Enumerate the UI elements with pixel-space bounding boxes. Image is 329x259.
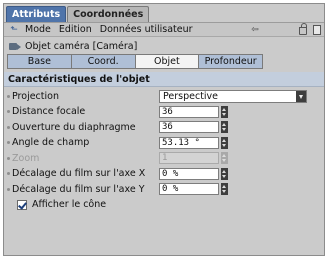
property-rows: Projection Perspective Distance focale 3…: [4, 89, 324, 212]
row-projection: Projection Perspective: [4, 89, 324, 103]
tab-base[interactable]: Base: [8, 55, 72, 68]
show-cone-checkbox[interactable]: [17, 199, 27, 210]
film-offset-x-stepper[interactable]: [221, 167, 228, 180]
bullet-icon: [7, 141, 10, 144]
film-offset-y-input[interactable]: 0 %: [159, 183, 219, 195]
navigate-arrows-icon[interactable]: ⇦: [248, 23, 262, 36]
tab-coordonnees[interactable]: Coordonnées: [67, 6, 150, 22]
film-offset-y-label: Décalage du film sur l'axe Y: [12, 183, 145, 195]
aperture-label: Ouverture du diaphragme: [12, 121, 136, 133]
menu-right-icons: ⇦: [248, 23, 324, 36]
row-focal-distance: Distance focale 36: [4, 105, 324, 119]
sub-tabs: Base Coord. Objet Profondeur: [7, 54, 263, 69]
menu-bar: ⬑ Mode Edition Données utilisateur ⇦: [4, 22, 324, 37]
field-of-view-input[interactable]: 53.13 °: [159, 136, 219, 149]
field-of-view-label: Angle de champ: [12, 137, 90, 148]
tab-attributs[interactable]: Attributs: [6, 6, 67, 22]
lock-icon[interactable]: [296, 23, 310, 36]
zoom-input: 1: [159, 152, 219, 164]
row-film-offset-x: Décalage du film sur l'axe X 0 %: [4, 167, 324, 181]
row-film-offset-y: Décalage du film sur l'axe Y 0 %: [4, 182, 324, 196]
tab-coord[interactable]: Coord.: [71, 55, 136, 68]
zoom-stepper: [221, 152, 228, 164]
row-show-cone: Afficher le cône: [4, 198, 324, 212]
bullet-icon: [7, 110, 10, 113]
bullet-icon: [7, 94, 10, 98]
focal-distance-input[interactable]: 36: [159, 105, 219, 118]
row-zoom: Zoom 1: [4, 151, 324, 165]
back-arrow-icon[interactable]: ⬑: [7, 25, 21, 35]
menu-user-data[interactable]: Données utilisateur: [96, 23, 197, 36]
menu-mode[interactable]: Mode: [21, 23, 55, 36]
row-field-of-view: Angle de champ 53.13 °: [4, 136, 324, 150]
focal-distance-label: Distance focale: [12, 106, 86, 117]
field-of-view-stepper[interactable]: [221, 136, 228, 149]
attributes-panel: Attributs Coordonnées ⬑ Mode Edition Don…: [3, 3, 325, 256]
projection-value: Perspective: [163, 90, 219, 102]
film-offset-x-label: Décalage du film sur l'axe X: [12, 168, 146, 179]
camera-icon: [9, 42, 21, 51]
object-title: Objet caméra [Caméra]: [25, 40, 138, 52]
object-title-line: Objet caméra [Caméra]: [4, 38, 324, 54]
bullet-icon: [7, 125, 10, 129]
projection-select[interactable]: Perspective: [159, 89, 307, 103]
row-aperture: Ouverture du diaphragme 36: [4, 120, 324, 134]
section-header: Caractéristiques de l'objet: [4, 72, 324, 87]
projection-label: Projection: [12, 90, 59, 102]
aperture-stepper[interactable]: [221, 121, 228, 133]
bullet-icon: [7, 172, 10, 175]
tab-profondeur[interactable]: Profondeur: [199, 55, 262, 68]
aperture-input[interactable]: 36: [159, 121, 219, 133]
bullet-icon: [7, 187, 10, 191]
bullet-icon: [7, 156, 10, 160]
tab-objet[interactable]: Objet: [135, 55, 200, 68]
window-tabs: Attributs Coordonnées: [6, 6, 150, 22]
show-cone-label: Afficher le cône: [32, 199, 107, 210]
zoom-label: Zoom: [12, 152, 40, 164]
film-offset-x-input[interactable]: 0 %: [159, 167, 219, 180]
new-panel-icon[interactable]: [310, 23, 324, 36]
focal-distance-stepper[interactable]: [221, 105, 228, 118]
film-offset-y-stepper[interactable]: [221, 183, 228, 195]
chevron-down-icon[interactable]: [296, 90, 306, 102]
menu-edition[interactable]: Edition: [55, 23, 96, 36]
